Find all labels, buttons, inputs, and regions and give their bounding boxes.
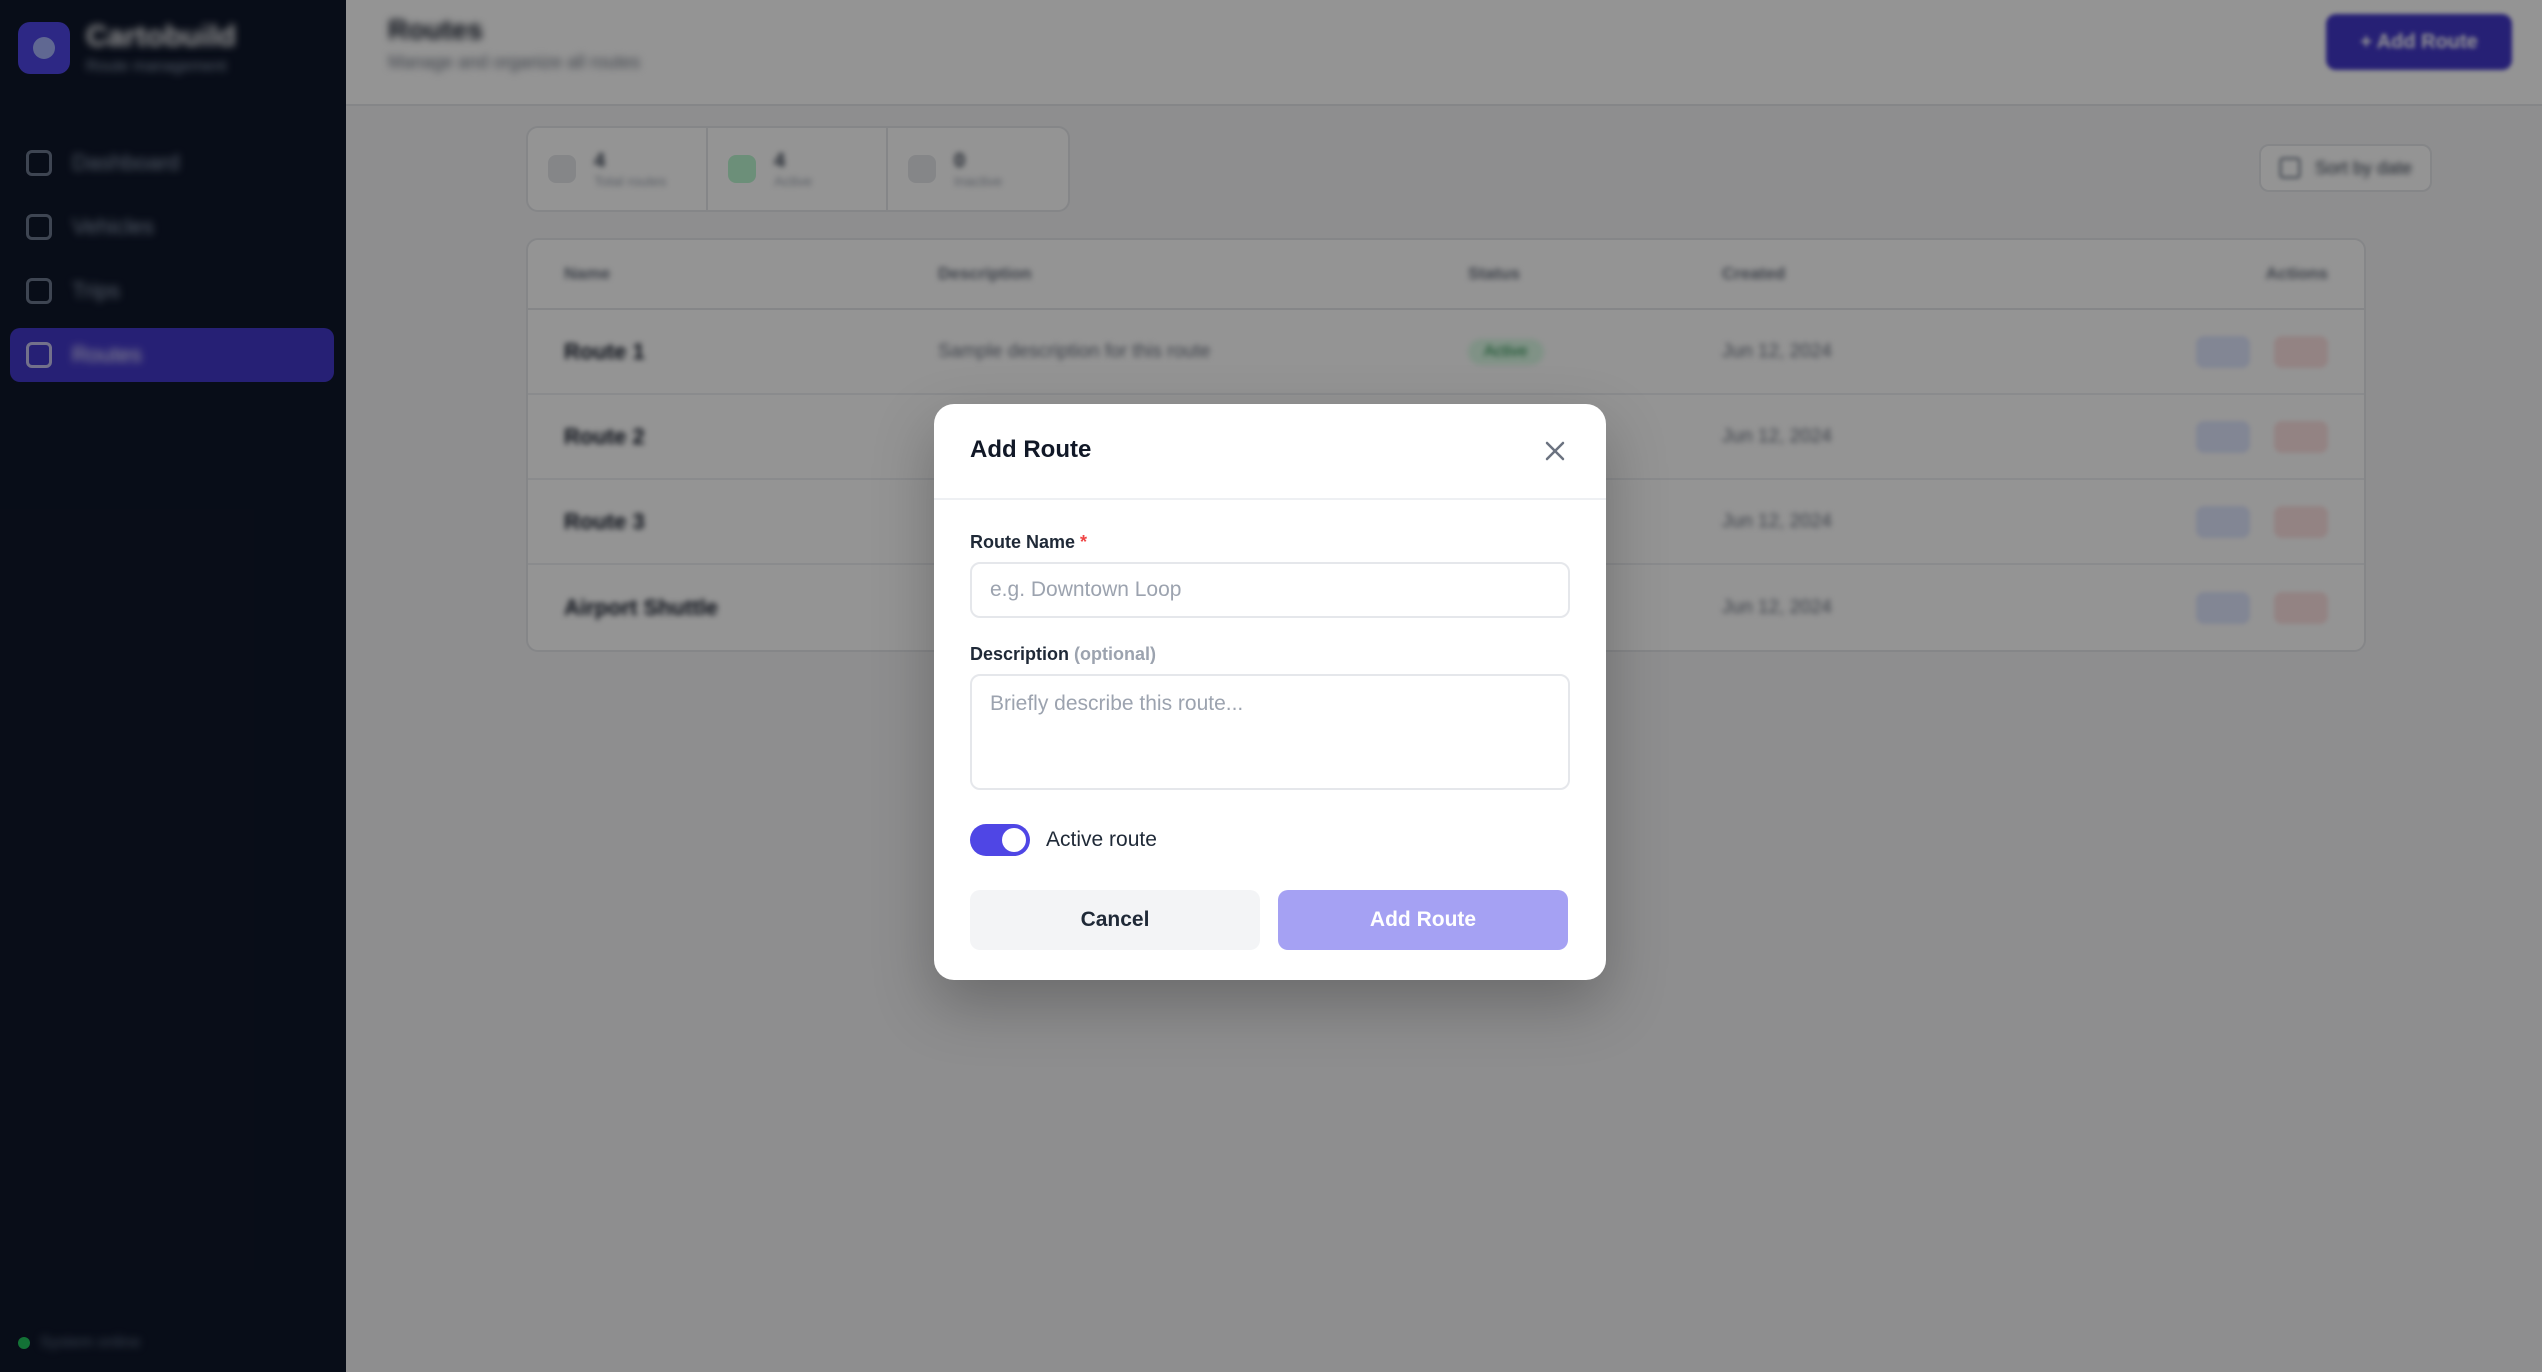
active-route-label: Active route [1046, 828, 1157, 851]
description-label-text: Description [970, 644, 1070, 664]
close-button[interactable] [1540, 436, 1570, 466]
close-icon [1545, 441, 1565, 461]
required-mark: * [1080, 532, 1088, 552]
toggle-knob [1002, 828, 1026, 852]
cancel-button[interactable]: Cancel [970, 890, 1260, 950]
add-route-button[interactable]: Add Route [1278, 890, 1568, 950]
route-name-label: Route Name * [970, 532, 1087, 553]
add-route-dialog: Add Route Route Name * Description (opti… [934, 404, 1606, 980]
optional-mark: (optional) [1074, 644, 1157, 664]
modal-title: Add Route [970, 436, 1092, 463]
description-textarea[interactable] [970, 674, 1570, 790]
route-name-label-text: Route Name [970, 532, 1076, 552]
modal-header: Add Route [934, 404, 1606, 500]
active-route-toggle[interactable] [970, 824, 1030, 856]
description-label: Description (optional) [970, 644, 1156, 665]
route-name-input[interactable] [970, 562, 1570, 618]
active-toggle-row: Active route [970, 824, 1157, 856]
